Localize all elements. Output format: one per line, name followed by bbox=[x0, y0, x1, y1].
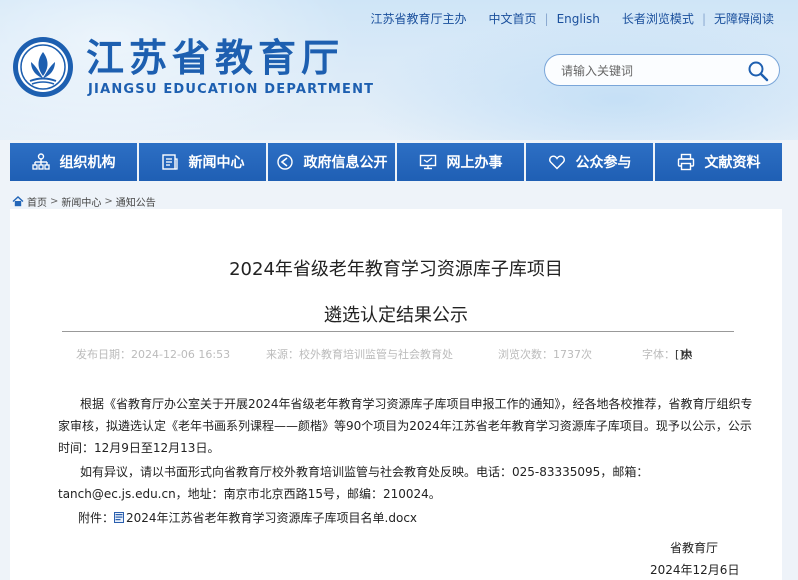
nav-item-public-participation[interactable]: 公众参与 bbox=[526, 143, 653, 181]
divider: | bbox=[544, 11, 549, 26]
breadcrumb: 首页 > 新闻中心 > 通知公告 bbox=[12, 194, 156, 209]
source: 来源：校外教育培训监管与社会教育处 bbox=[266, 346, 453, 362]
font-size-control: 字体：[大中小] bbox=[642, 346, 693, 362]
main-nav: 组织机构 新闻中心 政府信息公开 网上办事 公众参与 文献资料 bbox=[10, 143, 782, 181]
source-value: 校外教育培训监管与社会教育处 bbox=[299, 348, 453, 361]
title-divider bbox=[62, 331, 734, 332]
org-chart-icon bbox=[31, 153, 50, 170]
nav-item-news[interactable]: 新闻中心 bbox=[139, 143, 266, 181]
breadcrumb-news[interactable]: 新闻中心 bbox=[61, 194, 101, 209]
attachment-row: 附件： 2024年江苏省老年教育学习资源库子库项目名单.docx bbox=[78, 509, 417, 526]
font-size-label: 字体： bbox=[642, 348, 675, 361]
paragraph-2-line-1: 如有异议，请以书面形式向省教育厅校外教育培训监管与社会教育处反映。电话：025-… bbox=[80, 465, 649, 479]
breadcrumb-home[interactable]: 首页 bbox=[27, 194, 47, 209]
article-title: 2024年省级老年教育学习资源库子库项目 bbox=[229, 259, 563, 280]
site-header: 江苏省教育厅主办 中文首页 | English 长者浏览模式 | 无障碍阅读 江… bbox=[0, 0, 798, 140]
attachment-link[interactable]: 2024年江苏省老年教育学习资源库子库项目名单.docx bbox=[126, 509, 417, 526]
heart-icon bbox=[548, 155, 565, 170]
english-link[interactable]: English bbox=[557, 12, 600, 26]
nav-item-online-services[interactable]: 网上办事 bbox=[397, 143, 524, 181]
nav-item-info-disclosure[interactable]: 政府信息公开 bbox=[268, 143, 395, 181]
newspaper-icon bbox=[161, 154, 178, 170]
nav-item-documents[interactable]: 文献资料 bbox=[655, 143, 782, 181]
divider: | bbox=[701, 11, 706, 26]
word-doc-icon bbox=[114, 512, 125, 523]
printer-icon bbox=[677, 153, 694, 171]
font-size-options: [大中小] bbox=[675, 348, 693, 361]
breadcrumb-notices[interactable]: 通知公告 bbox=[116, 194, 156, 209]
view-count-value: 1737次 bbox=[553, 348, 592, 361]
monitor-icon bbox=[419, 154, 436, 170]
emblem-logo[interactable] bbox=[12, 36, 74, 98]
nav-item-organization[interactable]: 组织机构 bbox=[10, 143, 137, 181]
nav-label: 政府信息公开 bbox=[303, 155, 388, 171]
paragraph-1-line-3: 时间：12月9日至12月13日。 bbox=[58, 441, 220, 455]
breadcrumb-separator: > bbox=[50, 196, 59, 207]
publish-date-value: 2024-12-06 16:53 bbox=[131, 348, 231, 361]
chinese-home-link[interactable]: 中文首页 bbox=[489, 10, 537, 27]
attachment-label: 附件： bbox=[78, 511, 115, 525]
brand-name-en: JIANGSU EDUCATION DEPARTMENT bbox=[88, 82, 375, 97]
brand-name: 江苏省教育厅 bbox=[86, 36, 345, 80]
view-count-label: 浏览次数： bbox=[498, 348, 553, 361]
publish-date: 发布日期：2024-12-06 16:53 bbox=[76, 346, 230, 362]
view-count: 浏览次数：1737次 bbox=[498, 346, 592, 362]
search-input[interactable] bbox=[559, 61, 743, 81]
article-subtitle: 遴选认定结果公示 bbox=[324, 305, 468, 326]
nav-label: 文献资料 bbox=[704, 155, 761, 171]
search-box bbox=[544, 54, 780, 86]
paragraph-1-line-1: 根据《省教育厅办公室关于开展2024年省级老年教育学习资源库子库项目申报工作的通… bbox=[80, 397, 753, 411]
nav-label: 新闻中心 bbox=[188, 155, 245, 171]
info-disclosure-icon bbox=[276, 154, 293, 170]
signature: 省教育厅 bbox=[670, 541, 719, 555]
breadcrumb-separator: > bbox=[104, 196, 113, 207]
home-icon bbox=[12, 196, 24, 207]
paragraph-2-line-2: tanch@ec.js.edu.cn，地址：南京市北京西路15号，邮编：2100… bbox=[58, 487, 441, 501]
source-label: 来源： bbox=[266, 348, 299, 361]
top-links: 江苏省教育厅主办 中文首页 | English 长者浏览模式 | 无障碍阅读 bbox=[371, 10, 775, 27]
host-label: 江苏省教育厅主办 bbox=[370, 12, 467, 26]
elder-mode-link[interactable]: 长者浏览模式 bbox=[622, 10, 694, 27]
publish-date-label: 发布日期： bbox=[76, 348, 131, 361]
paragraph-1-line-2: 家审核，拟遴选认定《老年书画系列课程——颜楷》等90个项目为2024年江苏省老年… bbox=[58, 419, 752, 433]
nav-label: 网上办事 bbox=[446, 155, 503, 171]
search-icon[interactable] bbox=[747, 60, 769, 82]
article-panel: 2024年省级老年教育学习资源库子库项目 遴选认定结果公示 发布日期：2024-… bbox=[10, 209, 782, 580]
nav-label: 组织机构 bbox=[59, 155, 116, 171]
nav-label: 公众参与 bbox=[575, 155, 632, 171]
font-size-small[interactable]: 小 bbox=[681, 346, 692, 362]
accessibility-link[interactable]: 无障碍阅读 bbox=[714, 10, 774, 27]
signed-date: 2024年12月6日 bbox=[650, 563, 740, 577]
